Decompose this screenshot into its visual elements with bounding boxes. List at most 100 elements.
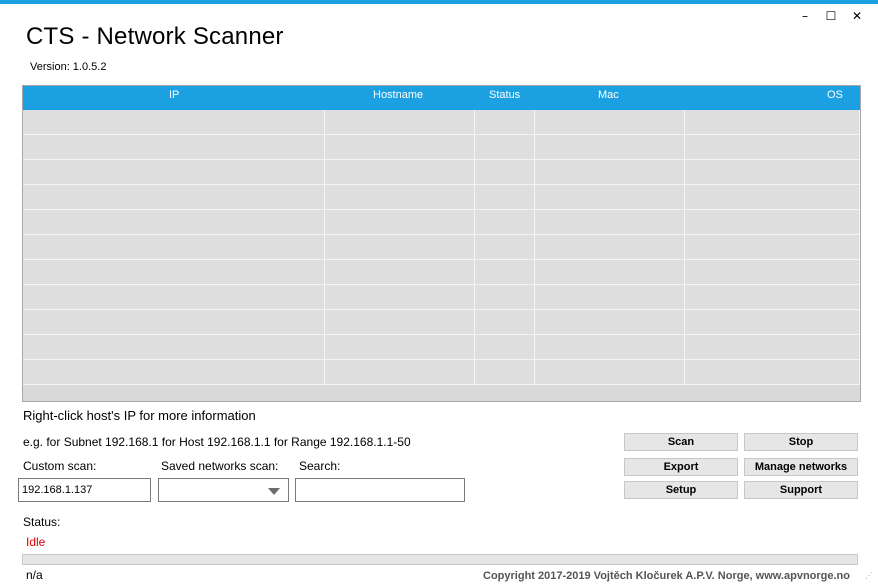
custom-scan-label: Custom scan: xyxy=(23,459,97,473)
column-header-status[interactable]: Status xyxy=(489,89,520,101)
table-cell xyxy=(325,135,475,160)
table-cell xyxy=(535,360,685,385)
table-cell xyxy=(685,185,860,210)
table-row[interactable] xyxy=(23,185,860,210)
table-row[interactable] xyxy=(23,335,860,360)
table-cell xyxy=(685,335,860,360)
table-cell xyxy=(23,335,325,360)
version-label: Version: 1.0.5.2 xyxy=(30,61,107,73)
table-cell xyxy=(685,135,860,160)
table-cell xyxy=(685,210,860,235)
table-cell xyxy=(23,210,325,235)
search-input[interactable] xyxy=(295,478,465,502)
table-cell xyxy=(685,235,860,260)
table-row[interactable] xyxy=(23,260,860,285)
table-cell xyxy=(325,285,475,310)
table-cell xyxy=(535,110,685,135)
setup-button[interactable]: Setup xyxy=(624,481,738,499)
resize-grip-icon[interactable]: ⋰ xyxy=(865,572,875,583)
table-cell xyxy=(685,285,860,310)
column-header-mac[interactable]: Mac xyxy=(598,89,619,101)
saved-networks-label: Saved networks scan: xyxy=(161,459,279,473)
table-cell xyxy=(535,335,685,360)
table-cell xyxy=(325,360,475,385)
table-cell xyxy=(475,185,535,210)
table-cell xyxy=(685,260,860,285)
table-cell xyxy=(23,185,325,210)
table-cell xyxy=(325,185,475,210)
table-cell xyxy=(685,360,860,385)
table-cell xyxy=(535,185,685,210)
table-row[interactable] xyxy=(23,235,860,260)
column-header-ip[interactable]: IP xyxy=(169,89,179,101)
table-cell xyxy=(23,260,325,285)
maximize-button[interactable]: ☐ xyxy=(818,8,844,24)
window-accent-bar xyxy=(0,0,878,4)
table-cell xyxy=(325,260,475,285)
table-cell xyxy=(475,160,535,185)
table-cell xyxy=(325,335,475,360)
table-cell xyxy=(23,360,325,385)
table-cell xyxy=(475,360,535,385)
grid-header: IP Hostname Status Mac OS xyxy=(23,86,860,110)
table-cell xyxy=(23,110,325,135)
table-cell xyxy=(475,285,535,310)
table-cell xyxy=(475,110,535,135)
copyright-text: Copyright 2017-2019 Vojtěch Kločurek A.P… xyxy=(483,570,850,582)
scan-progress-bar xyxy=(22,554,858,565)
table-cell xyxy=(475,210,535,235)
grid-body xyxy=(23,110,860,385)
table-cell xyxy=(535,135,685,160)
table-cell xyxy=(685,310,860,335)
table-row[interactable] xyxy=(23,210,860,235)
column-header-hostname[interactable]: Hostname xyxy=(373,89,423,101)
footer-status-text: n/a xyxy=(26,568,43,582)
table-cell xyxy=(475,335,535,360)
export-button[interactable]: Export xyxy=(624,458,738,476)
table-row[interactable] xyxy=(23,135,860,160)
table-cell xyxy=(535,160,685,185)
scan-button[interactable]: Scan xyxy=(624,433,738,451)
table-cell xyxy=(685,110,860,135)
table-cell xyxy=(325,310,475,335)
window-controls: – ☐ ✕ xyxy=(792,8,870,24)
table-cell xyxy=(23,310,325,335)
minimize-button[interactable]: – xyxy=(792,8,818,24)
table-cell xyxy=(685,160,860,185)
hosts-grid[interactable]: IP Hostname Status Mac OS xyxy=(22,85,861,402)
column-header-os[interactable]: OS xyxy=(827,89,843,101)
app-title: CTS - Network Scanner xyxy=(26,23,284,50)
table-row[interactable] xyxy=(23,285,860,310)
status-value: Idle xyxy=(26,535,46,549)
table-cell xyxy=(325,210,475,235)
status-label: Status: xyxy=(23,515,61,529)
search-label: Search: xyxy=(299,459,341,473)
table-cell xyxy=(475,310,535,335)
table-cell xyxy=(535,260,685,285)
table-cell xyxy=(325,235,475,260)
close-button[interactable]: ✕ xyxy=(844,8,870,24)
table-cell xyxy=(535,285,685,310)
table-cell xyxy=(535,210,685,235)
table-cell xyxy=(535,235,685,260)
support-button[interactable]: Support xyxy=(744,481,858,499)
table-cell xyxy=(475,235,535,260)
table-cell xyxy=(23,135,325,160)
table-cell xyxy=(23,285,325,310)
table-cell xyxy=(23,235,325,260)
saved-networks-select[interactable] xyxy=(158,478,289,502)
table-row[interactable] xyxy=(23,110,860,135)
table-row[interactable] xyxy=(23,160,860,185)
table-cell xyxy=(23,160,325,185)
table-cell xyxy=(325,110,475,135)
table-cell xyxy=(325,160,475,185)
table-row[interactable] xyxy=(23,360,860,385)
custom-scan-input[interactable] xyxy=(18,478,151,502)
chevron-down-icon xyxy=(268,488,280,495)
right-click-hint: Right-click host's IP for more informati… xyxy=(23,408,256,423)
table-row[interactable] xyxy=(23,310,860,335)
example-hint: e.g. for Subnet 192.168.1 for Host 192.1… xyxy=(23,435,411,449)
table-cell xyxy=(475,260,535,285)
manage-networks-button[interactable]: Manage networks xyxy=(744,458,858,476)
stop-button[interactable]: Stop xyxy=(744,433,858,451)
